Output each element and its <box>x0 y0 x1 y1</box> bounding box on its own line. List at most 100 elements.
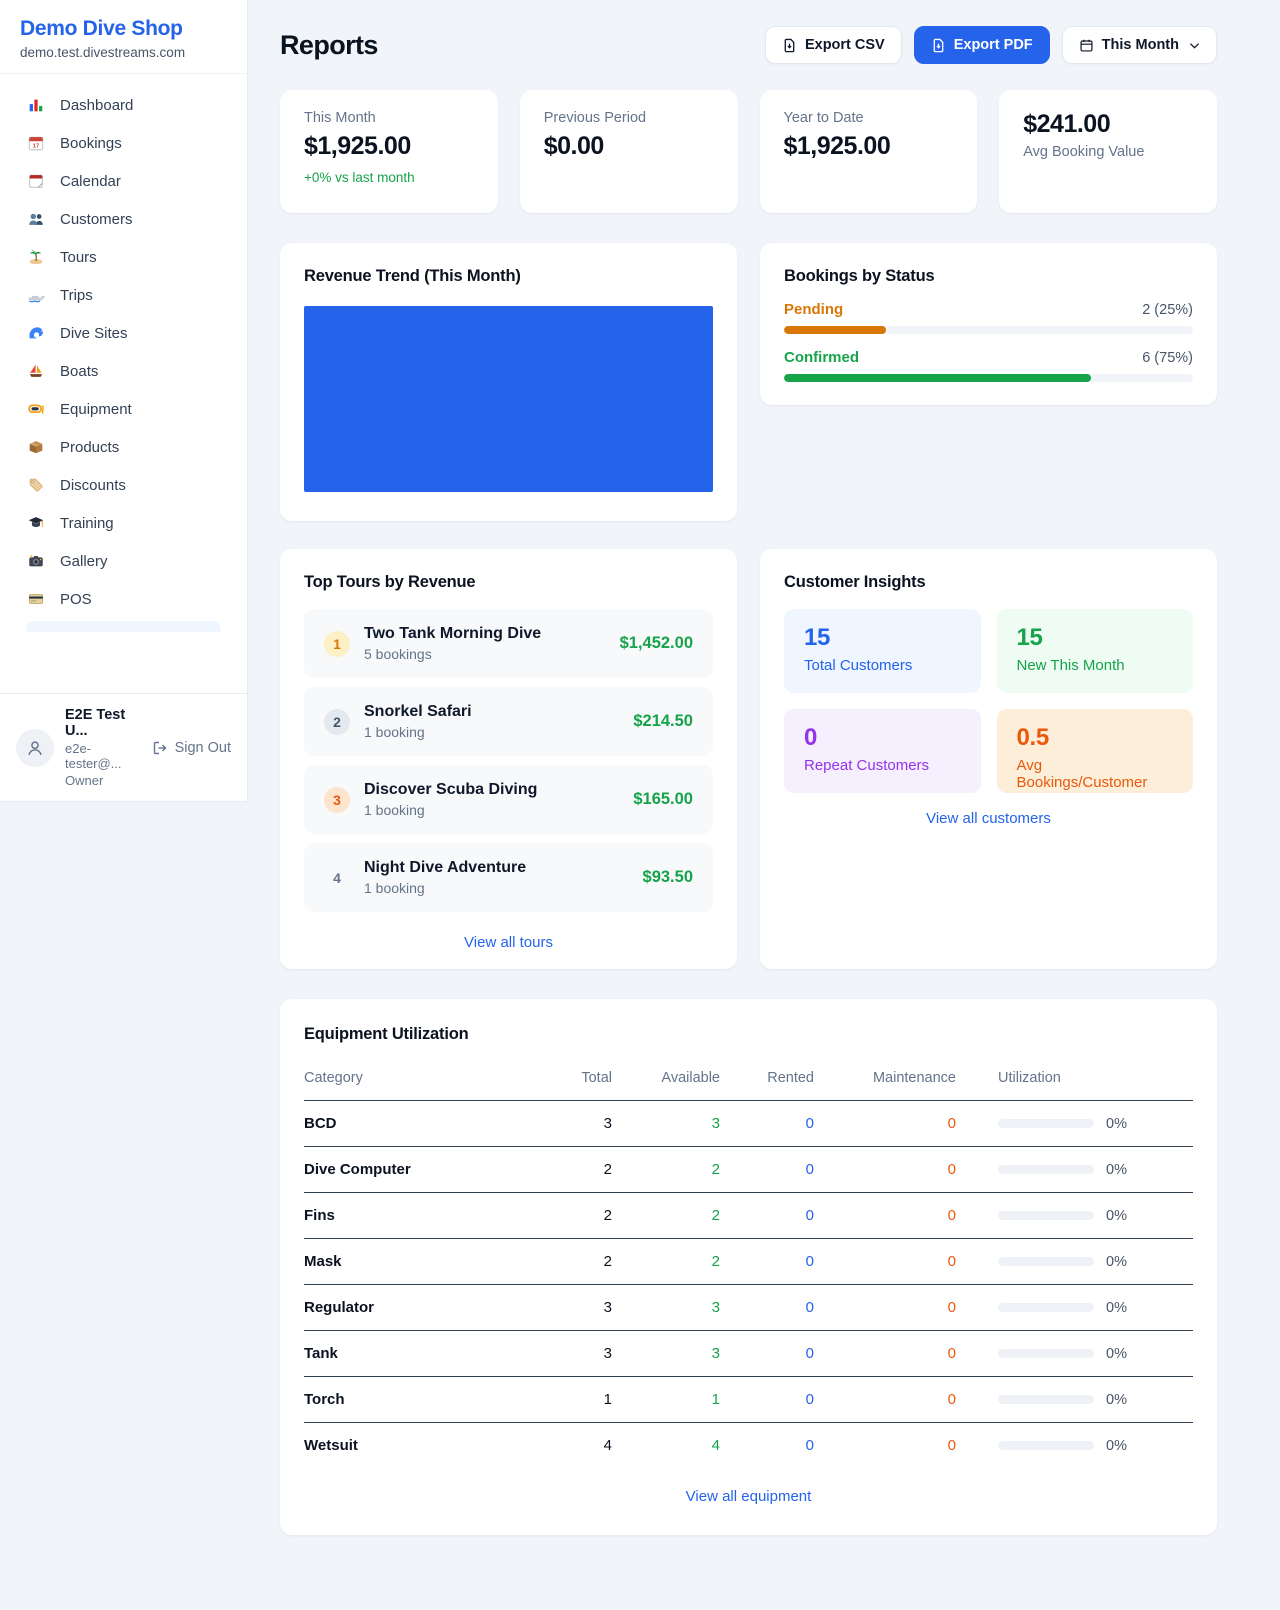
revenue-trend-title: Revenue Trend (This Month) <box>304 267 713 286</box>
cell-rented: 0 <box>720 1423 814 1469</box>
lists-row: Top Tours by Revenue 1 Two Tank Morning … <box>280 549 1217 969</box>
customer-insights-title: Customer Insights <box>784 573 1193 592</box>
user-name: E2E Test U... <box>65 707 141 739</box>
col-maintenance: Maintenance <box>814 1058 956 1101</box>
sidebar-item-products[interactable]: Products <box>14 428 233 466</box>
cell-total: 2 <box>540 1193 612 1239</box>
sidebar-item-trips[interactable]: Trips <box>14 276 233 314</box>
cell-maintenance: 0 <box>814 1193 956 1239</box>
export-csv-button[interactable]: Export CSV <box>765 26 902 64</box>
sign-out-label: Sign Out <box>175 740 231 756</box>
view-all-customers-link[interactable]: View all customers <box>784 810 1193 827</box>
sidebar-item-dashboard[interactable]: Dashboard <box>14 86 233 124</box>
top-tours-card: Top Tours by Revenue 1 Two Tank Morning … <box>280 549 737 969</box>
sidebar-user-footer: E2E Test U... e2e-tester@... Owner Sign … <box>0 693 247 801</box>
equipment-table: Category Total Available Rented Maintena… <box>304 1058 1193 1468</box>
export-pdf-button[interactable]: Export PDF <box>914 26 1050 64</box>
table-row: Torch 1 1 0 0 0% <box>304 1377 1193 1423</box>
cell-rented: 0 <box>720 1331 814 1377</box>
sidebar-item-discounts[interactable]: Discounts <box>14 466 233 504</box>
insight-tile-new-this-month: 15 New This Month <box>997 609 1194 693</box>
sidebar-item-dive-sites[interactable]: Dive Sites <box>14 314 233 352</box>
tour-row[interactable]: 4 Night Dive Adventure 1 booking $93.50 <box>304 843 713 912</box>
bookings-by-status-card: Bookings by Status Pending 2 (25%) Confi… <box>760 243 1217 405</box>
stat-value: $1,925.00 <box>304 132 474 161</box>
tour-row[interactable]: 1 Two Tank Morning Dive 5 bookings $1,45… <box>304 609 713 678</box>
cell-rented: 0 <box>720 1193 814 1239</box>
sidebar-item-gallery[interactable]: Gallery <box>14 542 233 580</box>
cell-category: Dive Computer <box>304 1147 540 1193</box>
cell-total: 2 <box>540 1147 612 1193</box>
table-header-row: Category Total Available Rented Maintena… <box>304 1058 1193 1101</box>
tour-bookings: 5 bookings <box>364 646 606 662</box>
sidebar-item-pos[interactable]: POS <box>14 580 233 618</box>
sidebar-item-tours[interactable]: Tours <box>14 238 233 276</box>
calendar-icon <box>1079 38 1094 53</box>
shop-name: Demo Dive Shop <box>20 17 227 41</box>
person-icon <box>24 737 46 759</box>
insight-tile-repeat-customers: 0 Repeat Customers <box>784 709 981 793</box>
sidebar-item-label: Tours <box>60 249 97 266</box>
utilization-cell: 0% <box>956 1438 1193 1454</box>
sidebar-item-equipment[interactable]: Equipment <box>14 390 233 428</box>
export-pdf-label: Export PDF <box>954 37 1033 53</box>
sailboat-icon <box>26 361 46 381</box>
stat-label: This Month <box>304 110 474 126</box>
sidebar-item-label: Trips <box>60 287 93 304</box>
tour-bookings: 1 booking <box>364 802 619 818</box>
tour-name: Two Tank Morning Dive <box>364 625 606 643</box>
tear-calendar-icon <box>26 171 46 191</box>
sidebar-item-reports-active-partial[interactable] <box>26 621 221 632</box>
insight-tile-total-customers: 15 Total Customers <box>784 609 981 693</box>
export-csv-label: Export CSV <box>805 37 885 53</box>
equipment-utilization-card: Equipment Utilization Category Total Ava… <box>280 999 1217 1535</box>
cell-maintenance: 0 <box>814 1101 956 1147</box>
status-bar-fill <box>784 326 886 334</box>
status-label: Confirmed <box>784 349 859 366</box>
utilization-cell: 0% <box>956 1346 1193 1362</box>
rank-badge: 4 <box>324 865 350 891</box>
cell-total: 2 <box>540 1239 612 1285</box>
sidebar-item-boats[interactable]: Boats <box>14 352 233 390</box>
utilization-cell: 0% <box>956 1162 1193 1178</box>
period-dropdown[interactable]: This Month <box>1062 26 1217 64</box>
cell-available: 3 <box>612 1101 720 1147</box>
tour-revenue: $214.50 <box>633 712 693 731</box>
utilization-text: 0% <box>1106 1346 1127 1362</box>
period-label: This Month <box>1102 37 1179 53</box>
speedboat-icon <box>26 285 46 305</box>
tour-revenue: $93.50 <box>643 868 693 887</box>
table-row: BCD 3 3 0 0 0% <box>304 1101 1193 1147</box>
stat-delta: +0% vs last month <box>304 170 474 185</box>
stat-value: $0.00 <box>544 132 714 161</box>
view-all-tours-link[interactable]: View all tours <box>304 934 713 951</box>
sign-out-button[interactable]: Sign Out <box>152 740 231 756</box>
cell-total: 3 <box>540 1331 612 1377</box>
utilization-cell: 0% <box>956 1300 1193 1316</box>
tile-value: 15 <box>804 624 961 652</box>
sidebar-item-calendar[interactable]: Calendar <box>14 162 233 200</box>
page-title: Reports <box>280 30 378 61</box>
avatar <box>16 729 54 767</box>
rank-badge: 1 <box>324 631 350 657</box>
island-icon <box>26 247 46 267</box>
graduation-cap-icon <box>26 513 46 533</box>
utilization-text: 0% <box>1106 1208 1127 1224</box>
table-row: Regulator 3 3 0 0 0% <box>304 1285 1193 1331</box>
sidebar-item-training[interactable]: Training <box>14 504 233 542</box>
stats-row: This Month $1,925.00 +0% vs last month P… <box>280 90 1217 213</box>
cell-total: 4 <box>540 1423 612 1469</box>
view-all-equipment-link[interactable]: View all equipment <box>304 1488 1193 1505</box>
utilization-text: 0% <box>1106 1116 1127 1132</box>
status-label: Pending <box>784 301 843 318</box>
sidebar-item-label: Training <box>60 515 114 532</box>
header-actions: Export CSV Export PDF This Month <box>765 26 1217 64</box>
tour-row[interactable]: 2 Snorkel Safari 1 booking $214.50 <box>304 687 713 756</box>
sidebar-item-bookings[interactable]: 17 Bookings <box>14 124 233 162</box>
sidebar-item-label: Dashboard <box>60 97 133 114</box>
tour-row[interactable]: 3 Discover Scuba Diving 1 booking $165.0… <box>304 765 713 834</box>
stat-value: $1,925.00 <box>784 132 954 161</box>
cell-available: 1 <box>612 1377 720 1423</box>
sidebar-item-customers[interactable]: Customers <box>14 200 233 238</box>
utilization-text: 0% <box>1106 1162 1127 1178</box>
